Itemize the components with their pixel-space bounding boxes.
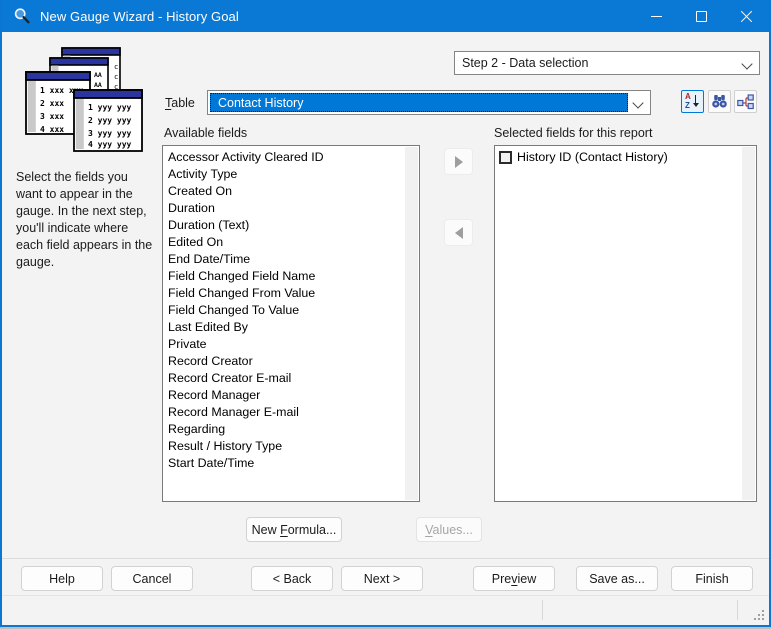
svg-text:c: c	[114, 63, 118, 71]
window-title: New Gauge Wizard - History Goal	[40, 8, 239, 24]
list-item[interactable]: Field Changed Field Name	[164, 268, 405, 285]
field-checkbox[interactable]	[499, 150, 512, 164]
cancel-button[interactable]: Cancel	[111, 566, 193, 591]
selected-fields-list: History ID (Contact History)	[494, 145, 757, 502]
svg-text:3 xxx: 3 xxx	[40, 112, 64, 121]
list-item[interactable]: Record Manager	[164, 387, 405, 404]
available-fields-items: Accessor Activity Cleared ID Activity Ty…	[164, 149, 405, 472]
table-dropdown-value: Contact History	[218, 95, 304, 110]
values-button: Values...	[416, 517, 482, 542]
minimize-icon	[651, 15, 662, 17]
selected-fields-label: Selected fields for this report	[494, 126, 653, 140]
next-button[interactable]: Next >	[341, 566, 423, 591]
caption-buttons	[634, 0, 769, 32]
list-item[interactable]: Record Creator	[164, 353, 405, 370]
list-item[interactable]: Result / History Type	[164, 438, 405, 455]
list-item[interactable]: Regarding	[164, 421, 405, 438]
table-relationship-button[interactable]	[734, 90, 757, 113]
table-dropdown[interactable]: Contact History	[207, 90, 651, 115]
list-item[interactable]: Duration	[164, 200, 405, 217]
table-relationship-icon	[737, 93, 754, 109]
maximize-button[interactable]	[679, 0, 724, 32]
svg-text:c: c	[114, 73, 118, 81]
svg-text:1 yyy yyy: 1 yyy yyy	[88, 103, 132, 112]
svg-text:4 xxx: 4 xxx	[40, 125, 64, 134]
binoculars-icon	[712, 95, 727, 108]
status-divider	[737, 600, 738, 620]
maximize-icon	[696, 10, 707, 22]
status-divider	[542, 600, 543, 620]
step-selector-dropdown[interactable]: Step 2 - Data selection	[454, 51, 760, 75]
arrow-left-icon	[454, 226, 463, 239]
preview-button[interactable]: Preview	[473, 566, 555, 591]
list-item[interactable]: Start Date/Time	[164, 455, 405, 472]
chevron-down-icon	[632, 97, 644, 109]
status-bar	[2, 595, 769, 625]
arrow-right-icon	[454, 155, 463, 168]
table-label: Table	[165, 96, 195, 110]
step-selector-value: Step 2 - Data selection	[462, 56, 589, 70]
list-item[interactable]: Created On	[164, 183, 405, 200]
list-item[interactable]: Field Changed To Value	[164, 302, 405, 319]
svg-text:AA: AA	[94, 81, 102, 89]
list-item[interactable]: Activity Type	[164, 166, 405, 183]
svg-text:AA: AA	[94, 71, 102, 79]
save-as-button[interactable]: Save as...	[576, 566, 658, 591]
move-right-button[interactable]	[444, 148, 473, 175]
move-left-button[interactable]	[444, 219, 473, 246]
title-bar: New Gauge Wizard - History Goal	[2, 0, 769, 32]
available-fields-list: Accessor Activity Cleared ID Activity Ty…	[162, 145, 420, 502]
available-fields-label: Available fields	[164, 126, 248, 140]
svg-text:3 yyy yyy: 3 yyy yyy	[88, 129, 132, 138]
list-item[interactable]: Record Manager E-mail	[164, 404, 405, 421]
help-button[interactable]: Help	[21, 566, 103, 591]
list-item[interactable]: Private	[164, 336, 405, 353]
footer-separator	[2, 558, 769, 559]
svg-text:2 yyy yyy: 2 yyy yyy	[88, 116, 132, 125]
chevron-down-icon	[741, 58, 753, 70]
scrollbar[interactable]	[405, 147, 418, 500]
svg-text:2 xxx: 2 xxx	[40, 99, 64, 108]
new-formula-button[interactable]: New Formula...	[246, 517, 342, 542]
list-item[interactable]: Edited On	[164, 234, 405, 251]
back-button[interactable]: < Back	[251, 566, 333, 591]
sort-az-button[interactable]: A Z	[681, 90, 704, 113]
list-item[interactable]: History ID (Contact History)	[496, 148, 742, 166]
magnifier-icon	[14, 8, 30, 24]
list-item[interactable]: Record Creator E-mail	[164, 370, 405, 387]
list-item[interactable]: Duration (Text)	[164, 217, 405, 234]
scrollbar[interactable]	[742, 147, 755, 500]
instruction-text: Select the fields you want to appear in …	[16, 170, 153, 269]
list-item[interactable]: End Date/Time	[164, 251, 405, 268]
list-item[interactable]: Accessor Activity Cleared ID	[164, 149, 405, 166]
selected-fields-items: History ID (Contact History)	[496, 148, 742, 166]
svg-text:4 yyy yyy: 4 yyy yyy	[88, 140, 132, 149]
table-dropdown-selection: Contact History	[210, 93, 628, 112]
sort-az-icon: A Z	[684, 93, 701, 110]
finish-button[interactable]: Finish	[671, 566, 753, 591]
minimize-button[interactable]	[634, 0, 679, 32]
stacked-report-windows-graphic: c c c AA AA 1 xxx xxx 2 xxx 3 xxx 4 xxx	[25, 47, 143, 152]
find-field-button[interactable]	[708, 90, 731, 113]
dialog-window: New Gauge Wizard - History Goal c c c AA…	[0, 0, 771, 627]
close-button[interactable]	[724, 0, 769, 32]
list-item[interactable]: Field Changed From Value	[164, 285, 405, 302]
close-icon	[740, 10, 753, 23]
list-item[interactable]: Last Edited By	[164, 319, 405, 336]
resize-grip[interactable]	[753, 609, 765, 621]
